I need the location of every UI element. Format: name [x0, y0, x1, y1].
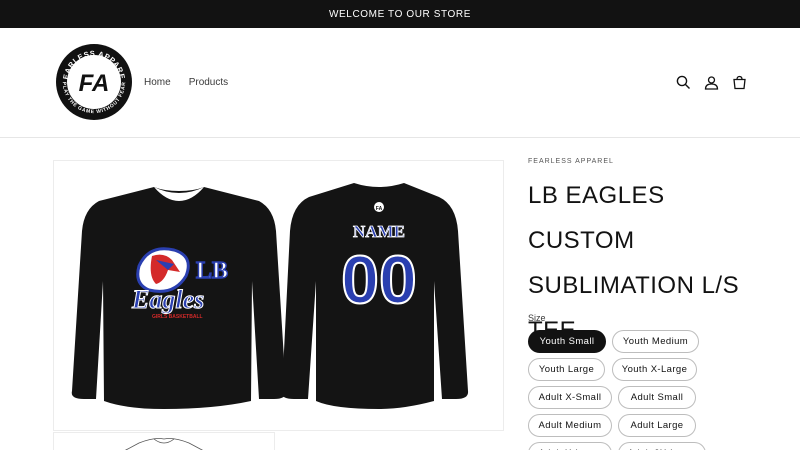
cart-icon[interactable]	[730, 72, 748, 92]
size-option-youth-x-large[interactable]: Youth X-Large	[612, 358, 697, 381]
jersey-logo-sub: GIRLS BASKETBALL	[152, 314, 203, 320]
jersey-logo-word: Eagles	[131, 285, 204, 314]
announcement-bar: WELCOME TO OUR STORE	[0, 0, 800, 28]
size-option-adult-x-large[interactable]: Adult X-Large	[528, 442, 612, 450]
size-option-youth-large[interactable]: Youth Large	[528, 358, 605, 381]
product-main-image[interactable]: LB Eagles GIRLS BASKETBALL FA NAME 00	[53, 160, 504, 431]
size-option-adult-medium[interactable]: Adult Medium	[528, 414, 612, 437]
size-option-youth-small[interactable]: Youth Small	[528, 330, 606, 353]
product-info: FEARLESS APPAREL LB EAGLES CUSTOM SUBLIM…	[528, 158, 768, 353]
jersey-front: LB Eagles GIRLS BASKETBALL	[71, 187, 287, 409]
thumbnail-sketch	[125, 438, 203, 450]
size-option-youth-medium[interactable]: Youth Medium	[612, 330, 699, 353]
product-title: LB EAGLES CUSTOM SUBLIMATION L/S TEE	[528, 182, 740, 344]
nav-item-home[interactable]: Home	[144, 77, 171, 88]
jersey-logo-letters: LB	[196, 258, 228, 284]
size-option-adult-2x-large[interactable]: Adult 2X-Large	[618, 442, 706, 450]
size-option-adult-large[interactable]: Adult Large	[618, 414, 696, 437]
account-icon[interactable]	[702, 72, 720, 92]
size-label: Size	[528, 313, 546, 323]
svg-text:FA: FA	[376, 206, 383, 212]
nav-item-products[interactable]: Products	[189, 77, 228, 88]
jersey-back-name: NAME	[353, 222, 405, 241]
search-icon[interactable]	[674, 72, 692, 92]
size-option-adult-x-small[interactable]: Adult X-Small	[528, 386, 612, 409]
header-icons	[674, 72, 748, 92]
site-header: FEARLESS APPAREL PLAY THE GAME WITHOUT F…	[0, 28, 800, 138]
size-option-adult-small[interactable]: Adult Small	[618, 386, 696, 409]
brand-logo[interactable]: FEARLESS APPAREL PLAY THE GAME WITHOUT F…	[55, 43, 133, 121]
product-thumbnail[interactable]	[53, 432, 275, 450]
jersey-back: FA NAME 00	[281, 183, 469, 409]
product-vendor: FEARLESS APPAREL	[528, 158, 614, 165]
main-nav: Home Products	[144, 77, 228, 88]
jersey-back-number: 00	[341, 242, 417, 318]
announcement-text: WELCOME TO OUR STORE	[328, 8, 472, 20]
jersey-illustration: LB Eagles GIRLS BASKETBALL FA NAME 00	[71, 183, 469, 409]
logo-monogram: FA	[79, 70, 110, 97]
